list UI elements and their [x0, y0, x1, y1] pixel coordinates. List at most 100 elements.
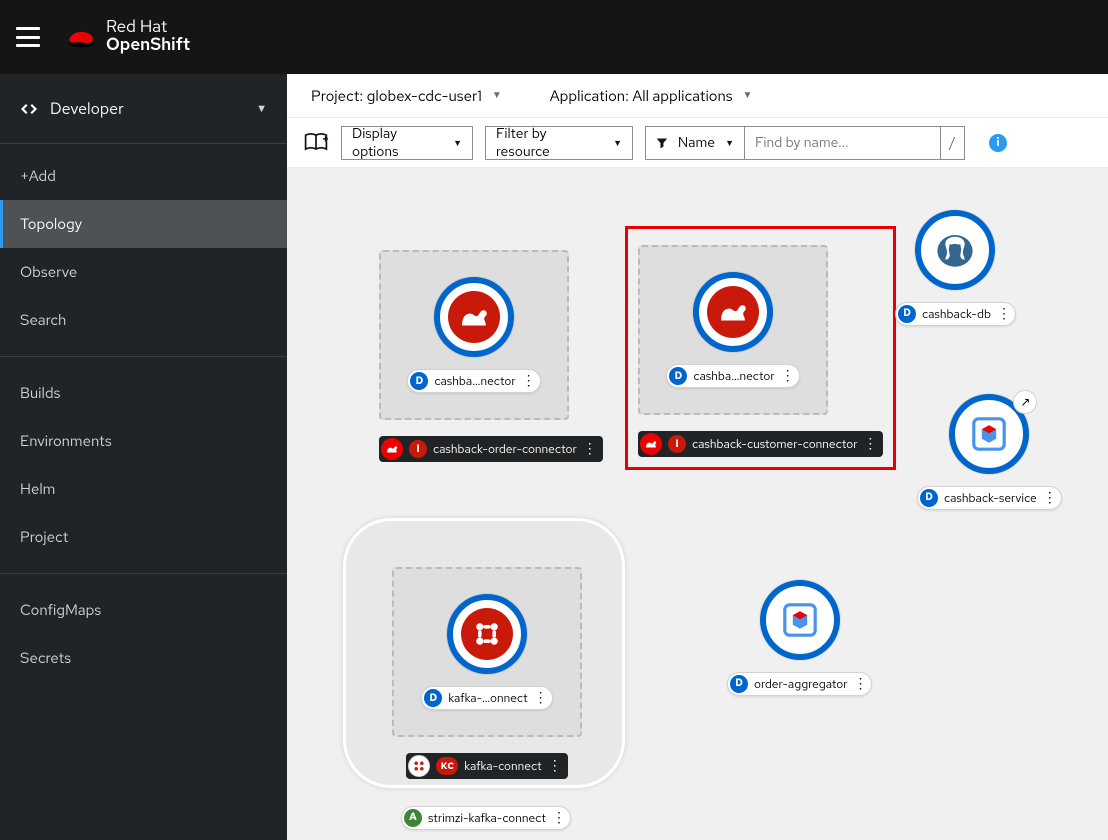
topology-toolbar: + Display options▼ Filter by resource▼ N…	[287, 118, 1108, 168]
chevron-down-icon: ▼	[725, 137, 734, 149]
node-cashback-db[interactable]: D cashback-db ⋮	[895, 210, 1016, 326]
camel-small-icon	[640, 433, 662, 455]
mid-label: kafka-connect	[464, 758, 541, 774]
search-input[interactable]	[745, 126, 941, 160]
sidebar-item-label: +Add	[20, 166, 56, 186]
sidebar-item-topology[interactable]: Topology	[0, 200, 287, 248]
badge-i: I	[668, 435, 686, 453]
info-icon[interactable]: i	[989, 134, 1007, 152]
sidebar-item-configmaps[interactable]: ConfigMaps	[0, 586, 287, 634]
mid-pill[interactable]: KC kafka-connect ⋮	[406, 753, 567, 779]
chevron-down-icon: ▼	[256, 102, 267, 116]
strimzi-icon	[469, 616, 505, 652]
sidebar-item-label: Topology	[20, 214, 82, 234]
node-order-aggregator[interactable]: D order-aggregator ⋮	[727, 580, 872, 696]
sidebar-item-project[interactable]: Project	[0, 513, 287, 561]
node-label: cashba…nector	[693, 368, 774, 384]
workload-ring[interactable]	[693, 272, 773, 352]
workload-ring[interactable]	[760, 580, 840, 660]
code-icon	[20, 102, 38, 116]
sidebar-item-label: Helm	[20, 479, 55, 499]
inner-pill[interactable]: D kafka-…onnect ⋮	[421, 686, 552, 710]
search-shortcut-hint: /	[941, 126, 965, 160]
badge-d: D	[669, 367, 687, 385]
kebab-icon[interactable]: ⋮	[548, 759, 562, 773]
svg-text:+: +	[322, 133, 329, 147]
workload-ring[interactable]	[434, 277, 514, 357]
sidebar-item-label: ConfigMaps	[20, 600, 101, 620]
dropdown-label: Name	[678, 134, 715, 152]
sidebar: Developer ▼ +Add Topology Observe Search…	[0, 74, 287, 840]
sidebar-item-search[interactable]: Search	[0, 296, 287, 344]
sidebar-item-secrets[interactable]: Secrets	[0, 634, 287, 682]
node-label: cashback-db	[922, 306, 991, 322]
badge-d: D	[920, 489, 938, 507]
kebab-icon[interactable]: ⋮	[781, 369, 795, 383]
nav-toggle[interactable]	[16, 27, 40, 47]
project-label: Project: globex-cdc-user1	[311, 86, 482, 106]
display-options-dropdown[interactable]: Display options▼	[341, 126, 473, 160]
filter-icon	[656, 136, 668, 150]
kebab-icon[interactable]: ⋮	[583, 442, 597, 456]
sidebar-item-add[interactable]: +Add	[0, 152, 287, 200]
sidebar-item-label: Search	[20, 310, 66, 330]
node-cashback-service[interactable]: ↗ D cashback-service ⋮	[917, 394, 1062, 510]
node-strimzi-kafka-connect[interactable]: D kafka-…onnect ⋮ KC kafka-connect ⋮	[343, 518, 625, 788]
sidebar-item-label: Secrets	[20, 648, 71, 668]
badge-d: D	[898, 305, 916, 323]
search-type-dropdown[interactable]: Name ▼	[645, 126, 745, 160]
quarkus-icon	[969, 414, 1009, 454]
kebab-icon[interactable]: ⋮	[522, 374, 536, 388]
brand[interactable]: Red Hat OpenShift	[64, 19, 190, 55]
group-pill[interactable]: I cashback-order-connector ⋮	[379, 436, 603, 462]
node-cashback-customer-connector[interactable]: D cashba…nector ⋮ I cashback-customer-co…	[625, 226, 896, 470]
main: Project: globex-cdc-user1 ▼ Application:…	[287, 74, 1108, 840]
inner-pill[interactable]: D cashba…nector ⋮	[407, 369, 540, 393]
chevron-down-icon: ▼	[743, 89, 753, 102]
strimzi-small-icon	[408, 755, 430, 777]
badge-d: D	[730, 675, 748, 693]
sidebar-item-label: Project	[20, 527, 68, 547]
application-dropdown[interactable]: Application: All applications ▼	[550, 86, 753, 106]
kebab-icon[interactable]: ⋮	[534, 691, 548, 705]
topology-canvas[interactable]: D cashba…nector ⋮ I cashback-order-conne…	[287, 168, 1108, 840]
node-cashback-order-connector[interactable]: D cashba…nector ⋮ I cashback-order-conne…	[379, 250, 603, 462]
workload-ring[interactable]	[915, 210, 995, 290]
dropdown-label: Display options	[352, 125, 443, 161]
workload-ring[interactable]	[447, 594, 527, 674]
url-decorator-icon[interactable]: ↗	[1013, 390, 1037, 414]
inner-pill[interactable]: D cashba…nector ⋮	[666, 364, 799, 388]
chevron-down-icon: ▼	[492, 89, 502, 102]
outer-pill-strimzi[interactable]: A strimzi-kafka-connect ⋮	[401, 804, 571, 830]
kebab-icon[interactable]: ⋮	[552, 811, 566, 825]
project-dropdown[interactable]: Project: globex-cdc-user1 ▼	[311, 86, 502, 106]
node-pill[interactable]: D cashback-service ⋮	[917, 486, 1062, 510]
badge-d: D	[424, 689, 442, 707]
filter-resource-dropdown[interactable]: Filter by resource▼	[485, 126, 633, 160]
camel-icon	[716, 295, 750, 329]
perspective-label: Developer	[50, 98, 124, 119]
kebab-icon[interactable]: ⋮	[853, 677, 867, 691]
sidebar-item-environments[interactable]: Environments	[0, 417, 287, 465]
group-pill[interactable]: I cashback-customer-connector ⋮	[638, 431, 883, 457]
brand-line2: OpenShift	[106, 37, 190, 55]
perspective-switcher[interactable]: Developer ▼	[0, 74, 287, 144]
application-label: Application: All applications	[550, 86, 733, 106]
chevron-down-icon: ▼	[613, 137, 622, 149]
badge-d: D	[410, 372, 428, 390]
kebab-icon[interactable]: ⋮	[1043, 491, 1057, 505]
sidebar-item-observe[interactable]: Observe	[0, 248, 287, 296]
kebab-icon[interactable]: ⋮	[863, 437, 877, 451]
node-pill[interactable]: D order-aggregator ⋮	[727, 672, 872, 696]
node-label: cashba…nector	[434, 373, 515, 389]
sidebar-item-builds[interactable]: Builds	[0, 369, 287, 417]
node-pill[interactable]: D cashback-db ⋮	[895, 302, 1016, 326]
camel-icon	[457, 300, 491, 334]
sidebar-item-label: Builds	[20, 383, 60, 403]
masthead: Red Hat OpenShift	[0, 0, 1108, 74]
view-shortcuts-icon[interactable]: +	[303, 131, 329, 155]
kebab-icon[interactable]: ⋮	[997, 307, 1011, 321]
postgres-icon	[933, 228, 977, 272]
quarkus-icon	[780, 600, 820, 640]
sidebar-item-helm[interactable]: Helm	[0, 465, 287, 513]
